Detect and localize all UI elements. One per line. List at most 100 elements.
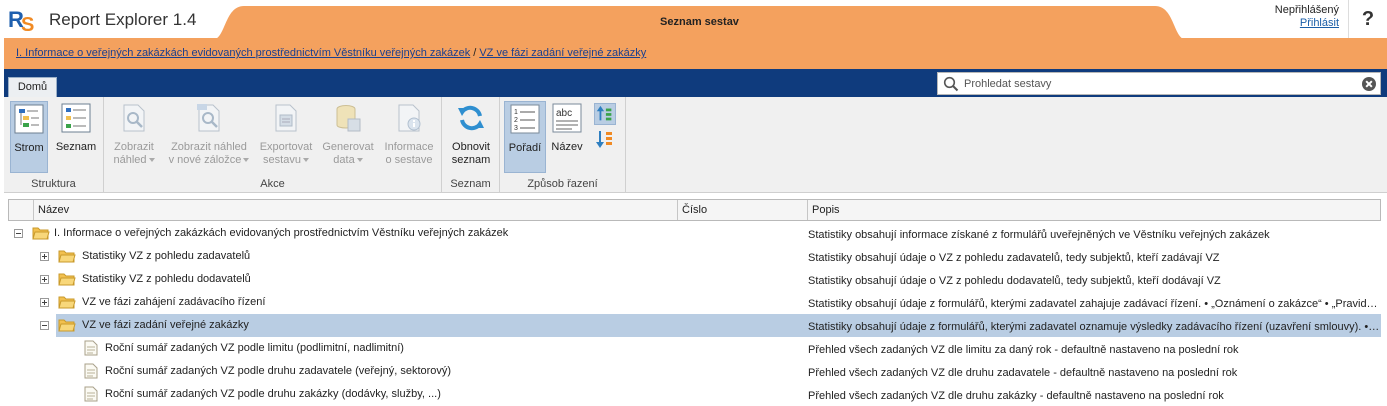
ribbon-group-label: Akce (260, 178, 285, 190)
row-name: Statistiky VZ z pohledu dodavatelů (82, 273, 251, 285)
collapse-icon[interactable] (40, 321, 49, 330)
preview-label-1: Zobrazit (114, 141, 154, 153)
tree-row[interactable]: Roční sumář zadaných VZ podle limitu (po… (8, 337, 1381, 360)
ribbon-group-label: Způsob řazení (527, 178, 598, 190)
breadcrumb-item-current[interactable]: VZ ve fázi zadání veřejné zakázky (479, 47, 646, 59)
folder-icon (58, 250, 76, 263)
export-label-2: sestavu (263, 154, 301, 166)
report-info-button[interactable]: Informace o sestave (380, 101, 438, 173)
column-header-description[interactable]: Popis (807, 200, 1380, 220)
folder-icon (58, 273, 76, 286)
expand-icon[interactable] (40, 275, 49, 284)
row-description: Statistiky obsahují údaje z formulářů, k… (808, 321, 1378, 333)
login-link[interactable]: Přihlásit (1275, 17, 1339, 30)
preview-button[interactable]: Zobrazit náhled (108, 101, 160, 173)
row-description: Přehled všech zadaných VZ dle limitu za … (808, 344, 1239, 356)
preview-icon (123, 104, 145, 132)
ribbon-group-actions: Zobrazit náhled Zobrazit náhled v nové zál… (104, 97, 442, 193)
report-info-label-1: Informace (384, 141, 434, 153)
alphabetical-icon: abc (552, 103, 582, 133)
sort-by-order-label: Pořadí (508, 142, 542, 154)
tree-row[interactable]: Statistiky VZ z pohledu zadavatelů Stati… (8, 245, 1381, 268)
breadcrumb-bar: I. Informace o veřejných zakázkách evido… (4, 38, 1387, 69)
numbered-list-icon: 1 2 3 (510, 104, 540, 134)
tab-home[interactable]: Domů (8, 77, 57, 97)
row-name: Roční sumář zadaných VZ podle limitu (po… (105, 342, 404, 354)
tree-row-selected[interactable]: VZ ve fázi zadání veřejné zakázky Statis… (8, 314, 1381, 337)
column-header-name[interactable]: Název (33, 200, 677, 220)
tree-row[interactable]: Roční sumář zadaných VZ podle druhu zada… (8, 360, 1381, 383)
tree-row[interactable]: VZ ve fázi zahájení zadávacího řízení St… (8, 291, 1381, 314)
generate-data-label-2: data (333, 154, 355, 166)
report-info-label-2: o sestave (385, 154, 433, 166)
sort-descending-icon[interactable] (594, 128, 616, 150)
login-status: Nepřihlášený (1274, 4, 1339, 16)
row-description: Statistiky obsahují údaje z formulářů, k… (808, 298, 1378, 310)
preview-new-tab-icon (197, 104, 220, 132)
ribbon-group-list: Obnovit seznam Seznam (442, 97, 500, 193)
sort-by-name-button[interactable]: abc Název (548, 101, 586, 173)
search-icon (943, 76, 959, 92)
info-icon (398, 104, 421, 132)
row-name: Statistiky VZ z pohledu zadavatelů (82, 250, 251, 262)
row-description: Statistiky obsahují informace získané z … (808, 229, 1270, 241)
list-view-button[interactable]: Seznam (54, 101, 98, 173)
database-icon (336, 105, 361, 132)
row-description: Přehled všech zadaných VZ dle druhu zaká… (808, 390, 1224, 402)
refresh-icon (458, 105, 484, 131)
preview-label-2: náhled (113, 154, 147, 166)
dropdown-caret-icon (302, 158, 309, 163)
dropdown-caret-icon (243, 158, 250, 163)
breadcrumb-item-root[interactable]: I. Informace o veřejných zakázkách evido… (16, 47, 470, 59)
export-label-1: Exportovat (259, 141, 313, 153)
ribbon-group-structure: Strom Seznam Struktura (4, 97, 104, 193)
expand-icon[interactable] (40, 252, 49, 261)
sort-by-order-button[interactable]: 1 2 3 Pořadí (504, 101, 546, 173)
preview-new-tab-button[interactable]: Zobrazit náhled v nové záložce (164, 101, 254, 173)
folder-open-icon (32, 227, 50, 240)
collapse-icon[interactable] (14, 229, 23, 238)
tree-view-button[interactable]: Strom (10, 101, 48, 173)
refresh-list-label-2: seznam (451, 154, 491, 166)
breadcrumb: I. Informace o veřejných zakázkách evido… (16, 47, 646, 59)
folder-icon (58, 296, 76, 309)
row-description: Statistiky obsahují údaje o VZ z pohledu… (808, 252, 1220, 264)
column-header-number[interactable]: Číslo (677, 200, 807, 220)
tree-row[interactable]: Statistiky VZ z pohledu dodavatelů Stati… (8, 268, 1381, 291)
row-description: Statistiky obsahují údaje o VZ z pohledu… (808, 275, 1221, 287)
dropdown-caret-icon (356, 158, 363, 163)
app-title: Report Explorer 1.4 (49, 10, 197, 29)
svg-text:2: 2 (514, 117, 518, 124)
alphabetical-icon-text: abc (556, 108, 572, 119)
search-input[interactable] (964, 75, 1354, 93)
page-title: Seznam sestav (660, 16, 739, 28)
grid-header: Název Číslo Popis (8, 199, 1381, 221)
ribbon-group-label: Struktura (31, 178, 76, 190)
report-tree-grid: Název Číslo Popis I. Informace o veřejný… (4, 199, 1381, 403)
nav-bar: Domů (4, 69, 1387, 97)
preview-new-tab-label-2: v nové záložce (168, 154, 242, 166)
ribbon-group-sorting: 1 2 3 Pořadí abc Název Způsob řazení (500, 97, 626, 193)
list-view-icon (61, 103, 91, 133)
export-icon (275, 104, 297, 132)
tree-row[interactable]: I. Informace o veřejných zakázkách evido… (8, 222, 1381, 245)
refresh-list-button[interactable]: Obnovit seznam (446, 101, 496, 173)
row-name: I. Informace o veřejných zakázkách evido… (54, 227, 509, 239)
expand-icon[interactable] (40, 298, 49, 307)
report-document-icon (84, 363, 98, 379)
row-name: VZ ve fázi zahájení zadávacího řízení (82, 296, 266, 308)
report-document-icon (84, 340, 98, 356)
row-description: Přehled všech zadaných VZ dle druhu zada… (808, 367, 1238, 379)
tree-view-icon (14, 104, 44, 134)
svg-text:1: 1 (514, 109, 518, 116)
folder-open-icon (58, 319, 76, 332)
generate-data-button[interactable]: Generovat data (318, 101, 378, 173)
export-button[interactable]: Exportovat sestavu (256, 101, 316, 173)
list-view-label: Seznam (55, 141, 97, 153)
app-header: R S Report Explorer 1.4 Seznam sestav Ne… (0, 0, 1387, 40)
login-area: Nepřihlášený Přihlásit (1275, 4, 1339, 30)
clear-search-icon[interactable] (1362, 77, 1376, 91)
row-name: Roční sumář zadaných VZ podle druhu zaká… (105, 388, 441, 400)
help-button[interactable]: ? (1348, 0, 1387, 38)
sort-ascending-icon[interactable] (594, 103, 616, 125)
